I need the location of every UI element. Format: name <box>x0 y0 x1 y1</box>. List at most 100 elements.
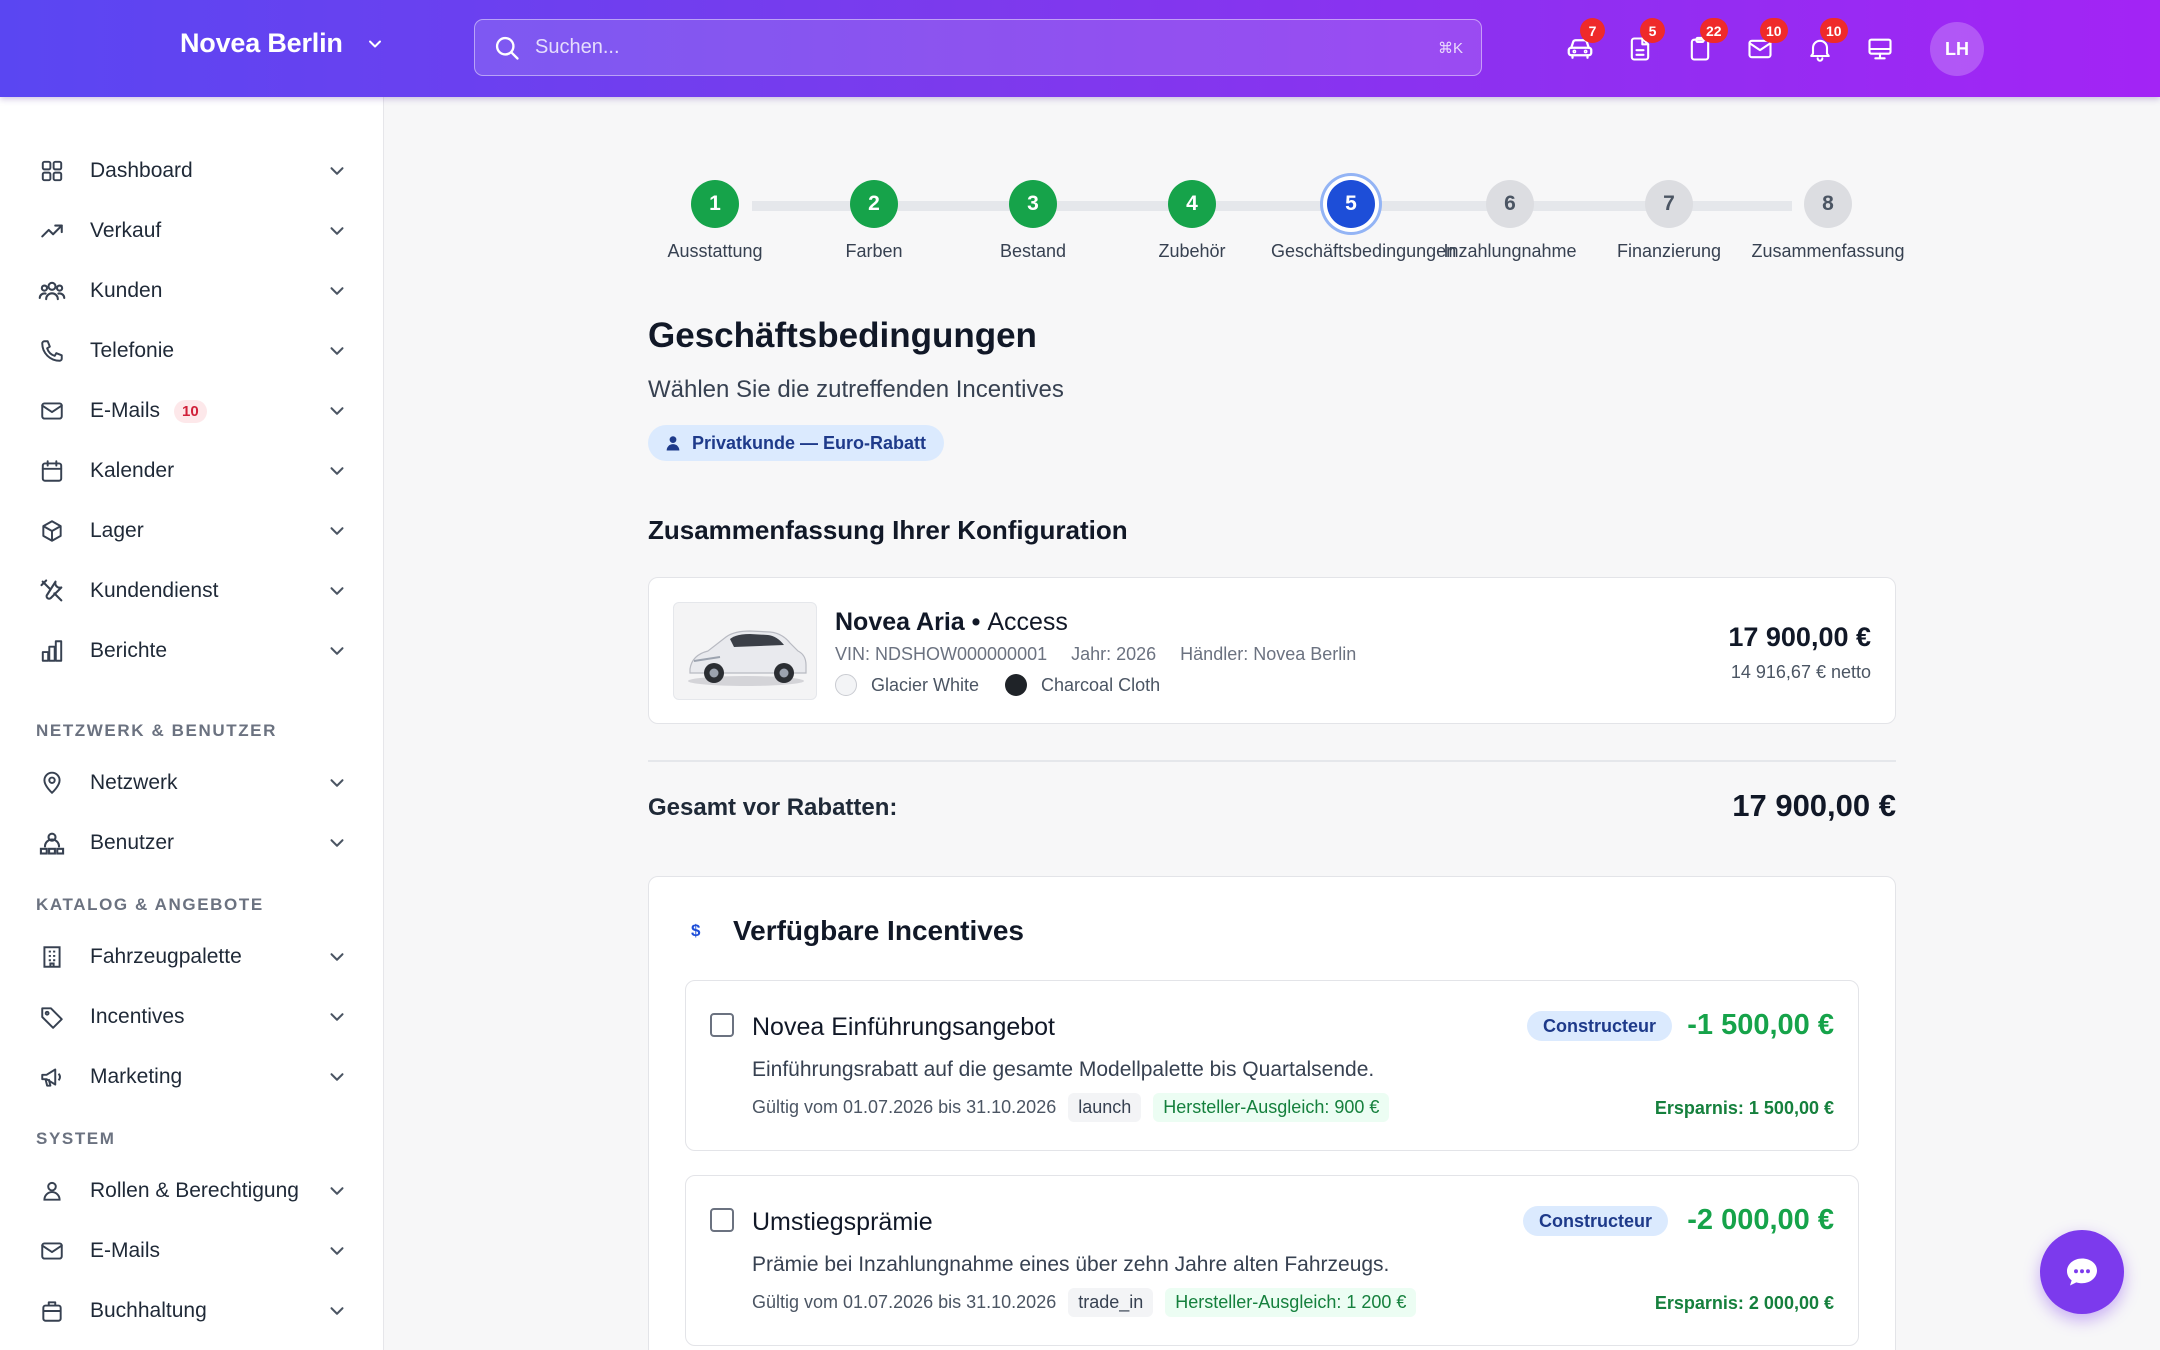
sidebar-item-kunden[interactable]: Kunden <box>36 268 348 314</box>
sidebar-item-label: Netzwerk <box>90 771 178 794</box>
count-badge: 10 <box>174 399 207 423</box>
incentive-tag: trade_in <box>1068 1288 1154 1317</box>
location-icon <box>36 767 68 799</box>
display-button[interactable] <box>1860 23 1900 75</box>
vehicle-summary-card: Novea Aria • Access VIN: NDSHOW000000001… <box>648 577 1896 724</box>
sidebar-item-label: Lager <box>90 519 144 542</box>
chevron-down-icon <box>330 1187 344 1195</box>
chevron-down-icon <box>330 1073 344 1081</box>
section-title-network: NETZWERK & BENUTZER <box>36 721 277 740</box>
sidebar-item-kalender[interactable]: Kalender <box>36 448 348 494</box>
avatar[interactable]: LH <box>1930 22 1984 76</box>
step-5[interactable]: 5 Geschäftsbedingungen <box>1271 180 1456 262</box>
tasks-button[interactable]: 22 <box>1680 18 1728 75</box>
sidebar-item-rollen[interactable]: Rollen & Berechtigung <box>36 1168 348 1214</box>
vehicle-price-net: 14 916,67 € netto <box>1730 662 1871 682</box>
sidebar-item-marketing[interactable]: Marketing <box>36 1054 348 1100</box>
vehicle-image <box>673 602 817 700</box>
chevron-down-icon <box>330 167 344 175</box>
step-6[interactable]: 6 Inzahlungnahme <box>1430 180 1590 262</box>
chart-icon <box>36 635 68 667</box>
total-before-discount-value: 17 900,00 € <box>1732 788 1896 823</box>
mail-icon <box>36 395 68 427</box>
sidebar-item-label: Telefonie <box>90 339 175 362</box>
customer-type-chip: Privatkunde — Euro-Rabatt <box>648 425 945 461</box>
sidebar-item-emails[interactable]: E-Mails 10 <box>36 388 348 434</box>
documents-button[interactable]: 5 <box>1620 18 1665 75</box>
exterior-color-label: Glacier White <box>871 674 980 695</box>
vehicle-meta: VIN: NDSHOW000000001 Jahr: 2026 Händler:… <box>835 644 1356 665</box>
sidebar-item-system-emails[interactable]: E-Mails <box>36 1228 348 1274</box>
incentive-source-badge: Constructeur <box>1526 1011 1672 1041</box>
step-3[interactable]: 3 Bestand <box>953 180 1113 262</box>
incentive-checkbox[interactable] <box>710 1208 734 1232</box>
sidebar-item-label: Dashboard <box>90 159 193 182</box>
step-7[interactable]: 7 Finanzierung <box>1589 180 1749 262</box>
sidebar-item-dashboard[interactable]: Dashboard <box>36 148 348 194</box>
step-8[interactable]: 8 Zusammenfassung <box>1748 180 1908 262</box>
notification-badge: 22 <box>1700 18 1728 43</box>
messages-button[interactable]: 10 <box>1740 18 1788 75</box>
car-notifications-button[interactable]: 7 <box>1560 18 1605 75</box>
sidebar-item-benutzer[interactable]: Benutzer <box>36 820 348 866</box>
notification-badge: 5 <box>1640 18 1665 43</box>
search-icon <box>495 36 519 60</box>
step-number: 5 <box>1327 180 1375 228</box>
step-label: Zusammenfassung <box>1751 241 1905 261</box>
incentive-validity: Gültig vom 01.07.2026 bis 31.10.2026 <box>752 1097 1057 1117</box>
sidebar-item-lager[interactable]: Lager <box>36 508 348 554</box>
section-title-catalog: KATALOG & ANGEBOTE <box>36 895 264 914</box>
manufacturer-compensation: Hersteller-Ausgleich: 900 € <box>1153 1093 1390 1122</box>
header-actions: 7 5 22 10 10 LH <box>1560 18 1984 76</box>
incentive-footer: Gültig vom 01.07.2026 bis 31.10.2026 tra… <box>752 1288 1417 1317</box>
step-label: Finanzierung <box>1616 241 1722 261</box>
monitor-icon <box>1868 38 1892 60</box>
chevron-down-icon <box>330 1307 344 1315</box>
incentive-amount: -2 000,00 € <box>1687 1204 1834 1236</box>
customer-type-label: Privatkunde — Euro-Rabatt <box>692 432 927 453</box>
sidebar-item-verkauf[interactable]: Verkauf <box>36 208 348 254</box>
brand-name: Novea Berlin <box>180 28 343 58</box>
vehicle-dealer: Händler: Novea Berlin <box>1180 644 1357 664</box>
notifications-button[interactable]: 10 <box>1800 18 1848 75</box>
incentive-title: Novea Einführungsangebot <box>752 1013 1056 1041</box>
sidebar-item-incentives[interactable]: Incentives <box>36 994 348 1040</box>
vehicle-title: Novea Aria • Access <box>835 608 1068 637</box>
incentive-saving: Ersparnis: 1 500,00 € <box>1654 1098 1834 1118</box>
sidebar-item-berichte[interactable]: Berichte <box>36 628 348 674</box>
config-summary-title: Zusammenfassung Ihrer Konfiguration <box>648 515 1128 545</box>
step-number: 7 <box>1645 180 1693 228</box>
chevron-down-icon <box>330 227 344 235</box>
notification-badge: 10 <box>1760 18 1788 43</box>
brand-switcher[interactable]: Novea Berlin <box>180 28 385 59</box>
incentive-item[interactable]: Umstiegsprämie Prämie bei Inzahlungnahme… <box>685 1175 1859 1346</box>
step-2[interactable]: 2 Farben <box>794 180 954 262</box>
incentive-item[interactable]: Novea Einführungsangebot Einführungsraba… <box>685 980 1859 1151</box>
step-label: Zubehör <box>1158 241 1226 261</box>
sidebar-item-buchhaltung[interactable]: Buchhaltung <box>36 1288 348 1334</box>
incentive-checkbox[interactable] <box>710 1013 734 1037</box>
step-label: Bestand <box>999 241 1067 261</box>
briefcase-icon <box>36 1295 68 1327</box>
section-title-system: SYSTEM <box>36 1129 116 1148</box>
dollar-icon: $ <box>691 921 701 940</box>
chevron-down-icon <box>330 407 344 415</box>
chat-button[interactable] <box>2040 1230 2124 1314</box>
interior-color-swatch <box>1005 674 1028 696</box>
sidebar-item-kundendienst[interactable]: Kundendienst <box>36 568 348 614</box>
sidebar-item-telefonie[interactable]: Telefonie <box>36 328 348 374</box>
sidebar-item-netzwerk[interactable]: Netzwerk <box>36 760 348 806</box>
search-box[interactable]: ⌘K <box>474 19 1482 76</box>
step-number: 2 <box>850 180 898 228</box>
page-subtitle: Wählen Sie die zutreffenden Incentives <box>648 376 1064 403</box>
incentive-title: Umstiegsprämie <box>752 1208 933 1236</box>
chevron-down-icon <box>330 1247 344 1255</box>
divider <box>648 760 1896 762</box>
chevron-down-icon <box>368 40 381 47</box>
incentive-validity: Gültig vom 01.07.2026 bis 31.10.2026 <box>752 1292 1057 1312</box>
step-4[interactable]: 4 Zubehör <box>1112 180 1272 262</box>
search-input[interactable] <box>535 36 1438 59</box>
sidebar-item-fahrzeugpalette[interactable]: Fahrzeugpalette <box>36 934 348 980</box>
incentive-source-badge: Constructeur <box>1522 1206 1668 1236</box>
step-1[interactable]: 1 Ausstattung <box>635 180 795 262</box>
